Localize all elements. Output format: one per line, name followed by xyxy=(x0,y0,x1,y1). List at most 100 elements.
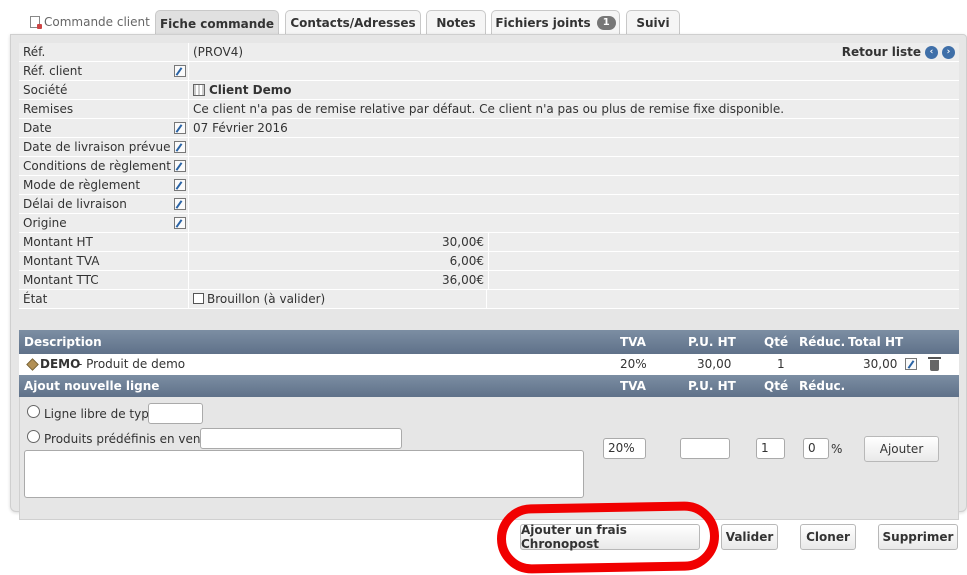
new-line-header: Ajout nouvelle ligne TVA P.U. HT Qté Réd… xyxy=(19,375,959,397)
line-pu-ht: 30,00 xyxy=(697,357,732,371)
order-fields: Réf. (PROV4) Retour liste ‹ › Réf. clien… xyxy=(19,43,959,309)
tab-suivi-label: Suivi xyxy=(636,16,670,30)
field-montant-ttc: Montant TTC 36,00€ xyxy=(19,271,959,290)
product-search-input[interactable] xyxy=(200,428,402,449)
qte-input[interactable]: 1 xyxy=(756,438,785,459)
edit-date-livraison-icon[interactable] xyxy=(174,141,186,153)
tab-fichiers-joints[interactable]: Fichiers joints 1 xyxy=(491,10,620,35)
radio-ligne-libre[interactable] xyxy=(27,405,40,418)
red-highlight-annotation xyxy=(496,501,720,574)
tab-suivi[interactable]: Suivi xyxy=(626,10,680,35)
radio-produits-predefinis[interactable] xyxy=(27,430,40,443)
col-tva: TVA xyxy=(620,335,646,349)
ref-label: Réf. xyxy=(19,43,189,62)
line-qte: 1 xyxy=(777,357,785,371)
produits-predefinis-label: Produits prédéfinis en vente xyxy=(44,432,213,446)
line-product-label: - Produit de demo xyxy=(78,357,186,371)
new-line-title: Ajout nouvelle ligne xyxy=(24,379,160,393)
field-montant-tva: Montant TVA 6,00€ xyxy=(19,252,959,271)
order-document-icon xyxy=(30,16,42,29)
field-ref: Réf. (PROV4) Retour liste ‹ › xyxy=(19,43,959,62)
tab-notes-label: Notes xyxy=(436,16,476,30)
montant-tva-label: Montant TVA xyxy=(19,252,189,271)
montant-ttc-label: Montant TTC xyxy=(19,271,189,290)
tab-contacts-label: Contacts/Adresses xyxy=(290,16,416,30)
edit-date-icon[interactable] xyxy=(174,122,186,134)
societe-link[interactable]: Client Demo xyxy=(209,83,291,97)
percent-sign: % xyxy=(831,442,843,456)
line-product-ref[interactable]: DEMO xyxy=(40,354,80,375)
col-total-ht: Total HT xyxy=(848,335,904,349)
field-ref-client: Réf. client xyxy=(19,62,959,81)
ajouter-button[interactable]: Ajouter xyxy=(864,436,939,462)
tab-notes[interactable]: Notes xyxy=(426,10,486,35)
etat-status-icon xyxy=(193,293,204,304)
date-label: Date xyxy=(19,119,189,138)
col-reduc: Réduc. xyxy=(799,335,846,349)
col-pu-ht: P.U. HT xyxy=(688,335,736,349)
previous-arrow-icon[interactable]: ‹ xyxy=(925,46,938,59)
field-delai-livraison: Délai de livraison xyxy=(19,195,959,214)
delai-livraison-label: Délai de livraison xyxy=(19,195,189,214)
table-row: DEMO - Produit de demo 20% 30,00 1 30,00 xyxy=(19,354,959,375)
new-line-form: Ligne libre de type Produits prédéfinis … xyxy=(19,397,959,520)
edit-line-icon[interactable] xyxy=(905,358,917,370)
retour-liste: Retour liste ‹ › xyxy=(842,43,955,62)
etat-text: Brouillon (à valider) xyxy=(207,292,326,306)
edit-mode-reglement-icon[interactable] xyxy=(174,179,186,191)
ref-value: (PROV4) xyxy=(193,45,244,59)
delete-line-icon[interactable] xyxy=(928,357,941,371)
field-origine: Origine xyxy=(19,214,959,233)
tab-commande-client-label: Commande client xyxy=(44,15,150,29)
societe-label: Société xyxy=(19,81,189,100)
societe-value: Client Demo xyxy=(191,81,291,100)
field-societe: Société Client Demo xyxy=(19,81,959,100)
montant-ht-value: 30,00€ xyxy=(191,233,489,252)
cloner-button[interactable]: Cloner xyxy=(800,524,856,550)
field-montant-ht: Montant HT 30,00€ xyxy=(19,233,959,252)
tab-fichiers-label: Fichiers joints xyxy=(495,16,591,30)
field-remises: Remises Ce client n'a pas de remise rela… xyxy=(19,100,959,119)
description-textarea[interactable] xyxy=(24,450,584,498)
field-date-livraison: Date de livraison prévue xyxy=(19,138,959,157)
next-arrow-icon[interactable]: › xyxy=(942,46,955,59)
ligne-libre-type-select[interactable] xyxy=(148,403,203,424)
tva-select[interactable]: 20% xyxy=(603,438,646,459)
field-etat: État Brouillon (à valider) xyxy=(19,290,959,309)
company-icon xyxy=(193,84,205,96)
tab-commande-client[interactable]: Commande client xyxy=(30,12,150,32)
new-line-col-qte: Qté xyxy=(764,379,789,393)
remises-label: Remises xyxy=(19,100,189,119)
col-qte: Qté xyxy=(764,335,789,349)
valider-button[interactable]: Valider xyxy=(721,524,778,550)
tab-fiche-commande[interactable]: Fiche commande xyxy=(155,10,279,36)
field-conditions: Conditions de règlement xyxy=(19,157,959,176)
edit-delai-livraison-icon[interactable] xyxy=(174,198,186,210)
lines-header: Description TVA P.U. HT Qté Réduc. Total… xyxy=(19,330,959,354)
attachments-count-badge: 1 xyxy=(596,16,616,30)
tab-contacts-adresses[interactable]: Contacts/Adresses xyxy=(285,10,421,35)
conditions-label: Conditions de règlement xyxy=(19,157,189,176)
retour-liste-link[interactable]: Retour liste xyxy=(842,43,921,62)
edit-ref-client-icon[interactable] xyxy=(174,65,186,77)
new-line-col-tva: TVA xyxy=(620,379,646,393)
supprimer-button[interactable]: Supprimer xyxy=(878,524,958,550)
origine-label: Origine xyxy=(19,214,189,233)
order-lines-table: Description TVA P.U. HT Qté Réduc. Total… xyxy=(19,330,959,520)
montant-ttc-value: 36,00€ xyxy=(191,271,489,290)
reduc-input[interactable]: 0 xyxy=(803,438,829,459)
date-livraison-label: Date de livraison prévue xyxy=(19,138,189,157)
etat-label: État xyxy=(19,290,189,309)
new-line-col-reduc: Réduc. xyxy=(799,379,846,393)
mode-reglement-label: Mode de règlement xyxy=(19,176,189,195)
product-icon xyxy=(26,358,39,371)
col-description: Description xyxy=(24,335,102,349)
field-date: Date 07 Février 2016 xyxy=(19,119,959,138)
edit-origine-icon[interactable] xyxy=(174,217,186,229)
etat-value: Brouillon (à valider) xyxy=(191,290,487,309)
remises-value: Ce client n'a pas de remise relative par… xyxy=(193,102,785,116)
edit-conditions-icon[interactable] xyxy=(174,160,186,172)
montant-tva-value: 6,00€ xyxy=(191,252,489,271)
tab-bar: Commande client Fiche commande Contacts/… xyxy=(0,8,967,36)
pu-ht-input[interactable] xyxy=(680,438,730,459)
